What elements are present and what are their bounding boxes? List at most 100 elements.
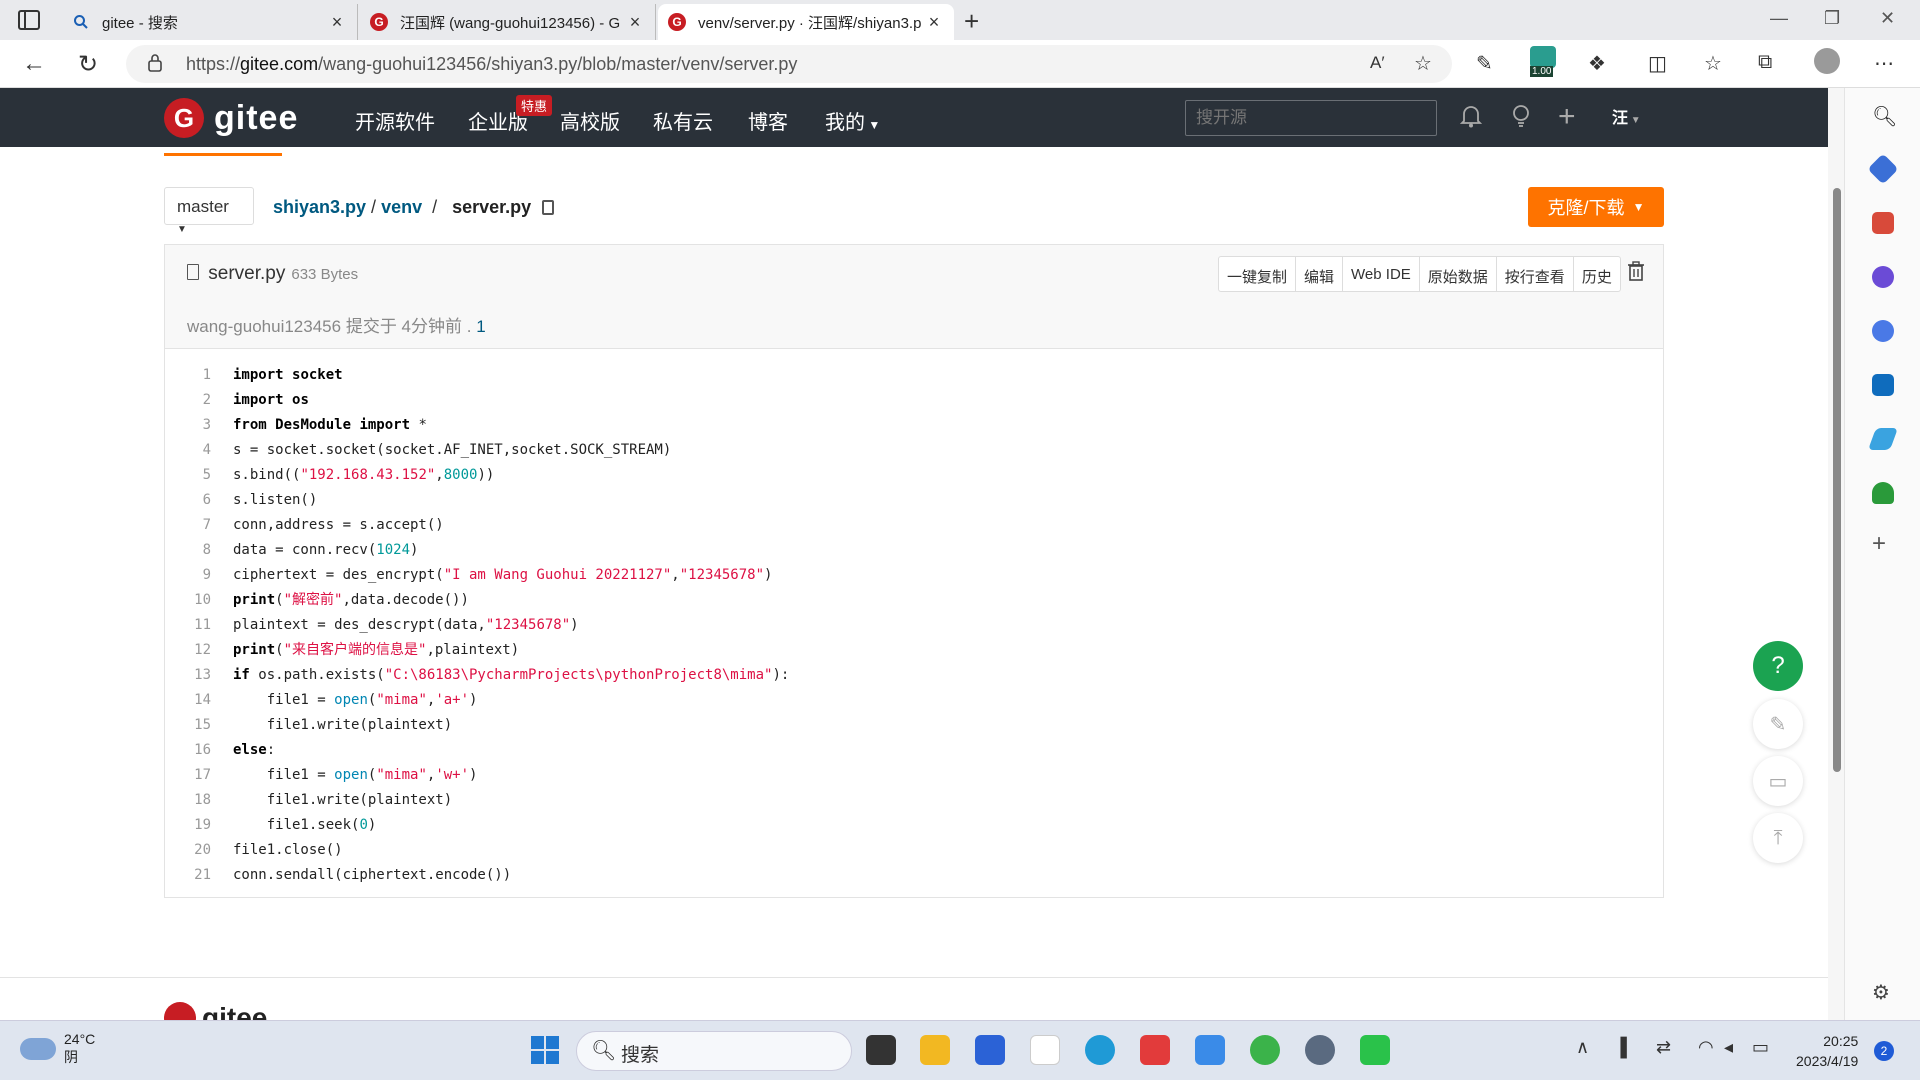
code-line: 9 ciphertext = des_encrypt("I am Wang Guo…: [165, 563, 1663, 588]
tab-search[interactable]: gitee - 搜索 ×: [62, 4, 358, 40]
delete-file-icon[interactable]: [1627, 261, 1645, 287]
code-line: 6 s.listen(): [165, 488, 1663, 513]
breadcrumb-venv[interactable]: venv: [381, 197, 422, 217]
file-explorer-icon[interactable]: [920, 1035, 950, 1065]
comment-icon[interactable]: ▭: [1753, 756, 1803, 806]
notification-bell-icon[interactable]: [1459, 104, 1483, 135]
scrollbar-thumb[interactable]: [1833, 188, 1841, 772]
line-number: 7: [202, 517, 211, 533]
edit-button[interactable]: 编辑: [1296, 257, 1344, 291]
tab-close-icon[interactable]: ×: [625, 12, 645, 33]
help-button[interactable]: ?: [1753, 641, 1803, 691]
back-icon[interactable]: ←: [22, 50, 46, 78]
refresh-icon[interactable]: ↻: [78, 50, 98, 79]
lightbulb-icon[interactable]: [1510, 104, 1532, 135]
outlook-icon[interactable]: [1872, 374, 1894, 396]
gitee-icon: G: [668, 13, 686, 31]
profile-avatar-icon[interactable]: [1814, 48, 1840, 74]
nav-education[interactable]: 高校版: [560, 106, 620, 135]
nav-private-cloud[interactable]: 私有云: [653, 106, 713, 135]
search-icon[interactable]: 🔍︎: [1872, 104, 1897, 128]
code-line: 7 conn,address = s.accept(): [165, 513, 1663, 538]
start-icon[interactable]: [530, 1035, 560, 1065]
feedback-edit-icon[interactable]: ✎: [1753, 699, 1803, 749]
tab-gitee-profile[interactable]: G 汪国辉 (wang-guohui123456) - G ×: [360, 4, 656, 40]
gitee-logo[interactable]: G gitee: [164, 98, 298, 138]
weather-widget[interactable]: 24°C 阴: [20, 1031, 95, 1067]
huawei-icon[interactable]: [1140, 1035, 1170, 1065]
copilot-icon[interactable]: [1872, 320, 1894, 342]
line-number: 11: [194, 617, 211, 633]
games-icon[interactable]: [1872, 266, 1894, 288]
copy-all-button[interactable]: 一键复制: [1219, 257, 1297, 291]
footer-logo: gitee: [164, 1002, 267, 1020]
read-aloud-icon[interactable]: A′: [1370, 53, 1385, 73]
line-number: 18: [194, 792, 211, 808]
settings-icon[interactable]: [1305, 1035, 1335, 1065]
edge-icon[interactable]: [1085, 1035, 1115, 1065]
line-number: 20: [194, 842, 211, 858]
copy-path-icon[interactable]: [542, 200, 555, 215]
line-number: 19: [194, 817, 211, 833]
file-viewer: server.py 633 Bytes 一键复制 编辑 Web IDE 原始数据 …: [164, 244, 1664, 898]
web-ide-button[interactable]: Web IDE: [1343, 257, 1420, 291]
line-number: 16: [194, 742, 211, 758]
split-screen-icon[interactable]: ◫: [1648, 51, 1667, 76]
line-source: file1.seek(0): [233, 817, 377, 833]
restore-icon[interactable]: ❐: [1824, 8, 1840, 29]
wechat-icon[interactable]: [1360, 1035, 1390, 1065]
plus-icon[interactable]: +: [1558, 100, 1576, 134]
branch-selector[interactable]: master ▼: [164, 187, 254, 235]
breadcrumb-repo[interactable]: shiyan3.py: [273, 197, 366, 217]
favorites-icon[interactable]: ☆: [1704, 51, 1722, 76]
minimize-icon[interactable]: —: [1770, 8, 1788, 29]
tab-actions-icon[interactable]: [18, 10, 40, 30]
clock[interactable]: 20:25 2023/4/19: [1796, 1031, 1858, 1071]
browser-tab-bar: gitee - 搜索 × G 汪国辉 (wang-guohui123456) -…: [0, 0, 1920, 40]
gitee-search-input[interactable]: [1185, 100, 1437, 136]
cloud-app-icon[interactable]: [1195, 1035, 1225, 1065]
blame-button[interactable]: 按行查看: [1497, 257, 1574, 291]
nav-mine[interactable]: 我的 ▼: [825, 106, 880, 135]
tab-close-icon[interactable]: ×: [327, 12, 347, 33]
task-view-icon[interactable]: [866, 1035, 896, 1065]
new-tab-button[interactable]: +: [964, 6, 979, 37]
back-to-top-icon[interactable]: ⤒: [1753, 813, 1803, 863]
ie-icon[interactable]: [1250, 1035, 1280, 1065]
collections-icon[interactable]: ⧉: [1758, 51, 1772, 74]
clone-download-button[interactable]: 克隆/下载 ▼: [1528, 187, 1664, 227]
app-m-icon[interactable]: [1030, 1035, 1060, 1065]
nav-blog[interactable]: 博客: [748, 106, 788, 135]
code-line: 21 conn.sendall(ciphertext.encode()): [165, 863, 1663, 888]
notification-badge[interactable]: 2: [1874, 1041, 1894, 1061]
extension-badge-icon[interactable]: 1.00: [1530, 46, 1556, 77]
extensions-icon[interactable]: ❖: [1588, 51, 1606, 76]
tab-server-py[interactable]: G venv/server.py · 汪国辉/shiyan3.p ×: [658, 4, 954, 40]
tray-expand-icon[interactable]: ∧: [1576, 1037, 1589, 1058]
store-icon[interactable]: [975, 1035, 1005, 1065]
line-source: conn.sendall(ciphertext.encode()): [233, 867, 512, 883]
tray-app-icon[interactable]: ▐: [1614, 1037, 1627, 1058]
pen-extension-icon[interactable]: ✎: [1476, 51, 1493, 76]
close-window-icon[interactable]: ✕: [1880, 8, 1895, 29]
commit-author[interactable]: wang-guohui123456: [187, 317, 341, 336]
wifi-icon[interactable]: ◠: [1698, 1037, 1714, 1058]
battery-icon[interactable]: ▭: [1752, 1037, 1769, 1058]
nav-open-source[interactable]: 开源软件: [355, 106, 435, 135]
tray-switch-icon[interactable]: ⇄: [1656, 1037, 1671, 1058]
favorite-add-icon[interactable]: ☆: [1414, 51, 1432, 76]
tree-icon[interactable]: [1872, 482, 1894, 504]
commit-hash[interactable]: 1: [476, 317, 485, 336]
tab-close-icon[interactable]: ×: [924, 12, 944, 33]
taskbar-search[interactable]: 🔍︎ 搜索: [576, 1031, 852, 1071]
raw-button[interactable]: 原始数据: [1420, 257, 1497, 291]
toolbox-icon[interactable]: [1872, 212, 1894, 234]
add-icon[interactable]: +: [1872, 530, 1894, 557]
settings-gear-icon[interactable]: ⚙: [1872, 980, 1894, 1004]
more-menu-icon[interactable]: ⋯: [1874, 51, 1894, 76]
volume-icon[interactable]: ◂: [1724, 1037, 1733, 1058]
url-field[interactable]: https://gitee.com/wang-guohui123456/shiy…: [126, 45, 1452, 83]
line-source: import os: [233, 392, 309, 408]
history-button[interactable]: 历史: [1574, 257, 1620, 291]
user-avatar[interactable]: 汪 ▼: [1612, 104, 1641, 128]
